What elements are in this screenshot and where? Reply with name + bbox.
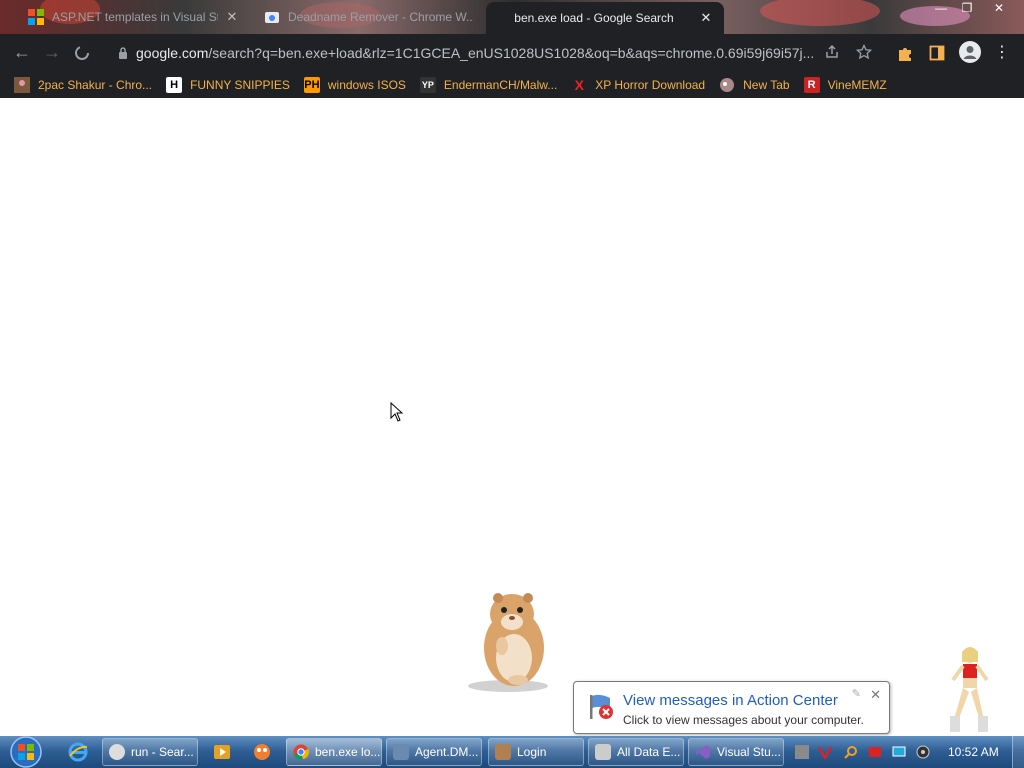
task-label: Login <box>517 745 547 759</box>
tab-asp-net-templates[interactable]: ASP.NET templates in Visual Stu... ✕ <box>18 3 250 31</box>
side-panel-icon[interactable] <box>929 45 945 61</box>
task-label: run - Sear... <box>131 745 194 759</box>
profile-avatar-icon[interactable] <box>959 41 981 63</box>
bookmark-label: EndermanCH/Malw... <box>443 77 558 92</box>
task-label: Agent.DM... <box>415 745 479 759</box>
browser-toolbar: ← → google.com/search?q=ben.exe+load&rlz… <box>0 34 1024 71</box>
tab-strip: ASP.NET templates in Visual Stu... ✕ Dea… <box>0 0 1024 34</box>
tab-title: ASP.NET templates in Visual Stu... <box>52 10 218 24</box>
ph-favicon-icon: PH <box>303 76 320 93</box>
taskbar-item-chrome[interactable]: ben.exe lo... <box>286 738 382 766</box>
task-label: Visual Stu... <box>717 745 781 759</box>
record-tray-icon[interactable] <box>868 745 882 759</box>
speaker-tray-icon[interactable] <box>916 745 930 759</box>
action-center-flag-icon <box>590 694 613 719</box>
bookmark-windows-isos[interactable]: PH windows ISOS <box>303 76 406 93</box>
yp-favicon-icon: YP <box>419 76 436 93</box>
tab-deadname-remover[interactable]: Deadname Remover - Chrome W... <box>254 3 484 31</box>
taskbar-item-run-search[interactable]: run - Sear... <box>102 738 198 766</box>
share-icon[interactable] <box>824 44 840 60</box>
2pac-favicon-icon <box>14 76 30 93</box>
taskbar-item-agent-dm[interactable]: Agent.DM... <box>386 738 482 766</box>
bookmark-2pac[interactable]: 2pac Shakur - Chro... <box>14 76 153 93</box>
paint-app-icon[interactable] <box>252 742 272 762</box>
internet-explorer-icon[interactable] <box>68 742 88 762</box>
window-app-icon <box>393 744 409 760</box>
search-app-icon <box>109 744 125 760</box>
maximize-icon[interactable]: ❐ <box>952 0 982 16</box>
task-label: All Data E... <box>617 745 681 759</box>
start-button[interactable] <box>6 736 46 768</box>
x-favicon-icon: X <box>574 76 584 93</box>
bookmark-label: FUNNY SNIPPIES <box>190 77 290 92</box>
hamster-desktop-pet[interactable] <box>462 588 558 696</box>
address-bar[interactable]: google.com/search?q=ben.exe+load&rlz=1C1… <box>110 38 884 67</box>
chrome-menu-icon[interactable]: ⋮ <box>994 42 1010 62</box>
url-path: /search?q=ben.exe+load&rlz=1C1GCEA_enUS1… <box>208 44 815 61</box>
microsoft-icon <box>28 9 44 25</box>
taskbar-clock[interactable]: 10:52 AM <box>948 745 999 759</box>
task-label: ben.exe lo... <box>315 745 381 759</box>
bookmark-star-icon[interactable] <box>856 44 872 60</box>
media-player-icon[interactable] <box>212 742 232 762</box>
chrome-web-store-icon <box>265 12 279 23</box>
stop-loading-icon[interactable] <box>67 38 97 68</box>
windows-taskbar: run - Sear... ben.exe lo... Agent.DM... … <box>0 736 1024 768</box>
search-tray-icon[interactable] <box>844 745 858 759</box>
page-content <box>0 98 1024 736</box>
action-center-notification[interactable]: View messages in Action Center Click to … <box>573 681 890 734</box>
close-tab-icon[interactable]: ✕ <box>698 10 714 26</box>
bookmarks-bar: 2pac Shakur - Chro... H FUNNY SNIPPIES P… <box>0 71 1024 98</box>
display-tray-icon[interactable] <box>892 745 906 759</box>
tab-title: Deadname Remover - Chrome W... <box>288 10 474 24</box>
notification-options-icon[interactable]: ✎ <box>852 687 861 700</box>
bookmark-label: XP Horror Download <box>595 77 706 92</box>
close-window-icon[interactable]: ✕ <box>984 0 1014 16</box>
bookmark-new-tab[interactable]: New Tab <box>719 77 790 93</box>
forward-arrow-icon[interactable]: → <box>37 38 67 68</box>
tab-ben-exe-load[interactable]: ben.exe load - Google Search ✕ <box>486 2 724 34</box>
notification-body: Click to view messages about your comput… <box>623 713 864 727</box>
taskbar-item-visual-studio[interactable]: Visual Stu... <box>688 738 784 766</box>
tab-title: ben.exe load - Google Search <box>514 11 674 25</box>
close-tab-icon[interactable]: ✕ <box>224 9 240 25</box>
url-text: google.com/search?q=ben.exe+load&rlz=1C1… <box>136 45 826 61</box>
wallpaper-splat <box>760 0 880 26</box>
show-desktop-button[interactable] <box>1012 736 1024 768</box>
dancing-character-desktop-pet[interactable] <box>944 644 994 740</box>
bookmark-label: windows ISOS <box>327 77 406 92</box>
vine-tray-icon[interactable] <box>818 745 832 759</box>
globe-icon <box>719 77 735 93</box>
taskbar-item-all-data[interactable]: All Data E... <box>588 738 684 766</box>
back-arrow-icon[interactable]: ← <box>7 38 37 68</box>
bookmark-vinememz[interactable]: R VineMEMZ <box>803 76 887 93</box>
bookmark-label: New Tab <box>743 77 790 92</box>
bookmark-xp-horror[interactable]: X XP Horror Download <box>571 76 706 93</box>
r-favicon-icon: R <box>803 76 820 93</box>
desktop-screen: ASP.NET templates in Visual Stu... ✕ Dea… <box>0 0 1024 768</box>
bookmark-label: VineMEMZ <box>827 77 887 92</box>
bookmark-funny-snippies[interactable]: H FUNNY SNIPPIES <box>166 76 290 93</box>
login-app-icon <box>495 744 511 760</box>
notification-title: View messages in Action Center <box>623 692 838 709</box>
mouse-cursor-icon <box>390 402 404 422</box>
folder-app-icon <box>595 744 611 760</box>
taskbar-item-login[interactable]: Login <box>488 738 584 766</box>
h-favicon-icon: H <box>166 76 183 93</box>
visual-studio-icon <box>696 745 710 759</box>
bookmark-endermanch[interactable]: YP EndermanCH/Malw... <box>419 76 558 93</box>
lock-icon <box>119 46 127 59</box>
bookmark-label: 2pac Shakur - Chro... <box>38 77 153 92</box>
chrome-icon <box>293 744 309 760</box>
url-host: google.com <box>136 44 209 61</box>
extensions-puzzle-icon[interactable] <box>896 44 914 62</box>
notification-close-icon[interactable]: ✕ <box>870 687 881 703</box>
tray-app-icon[interactable] <box>795 745 809 759</box>
